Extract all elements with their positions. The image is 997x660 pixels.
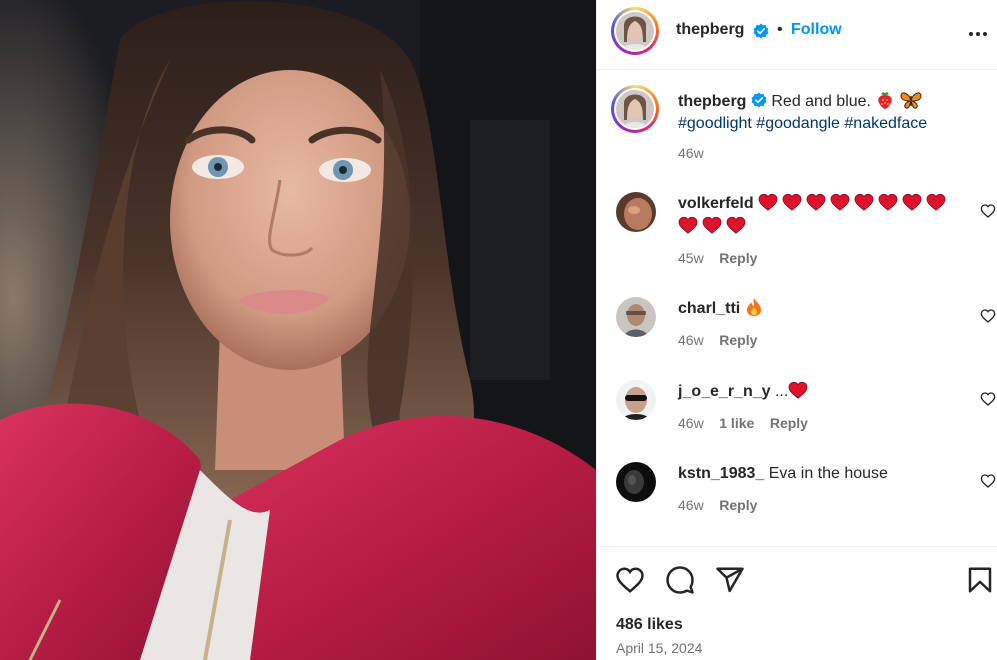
- red-heart-emoji-icon: [678, 216, 698, 234]
- comment-meta: 46w 1 like Reply: [678, 415, 808, 431]
- caption-line-1: thepberg Red and blue.: [678, 90, 922, 113]
- caption-username[interactable]: thepberg: [678, 93, 746, 110]
- red-heart-emoji-icon: [726, 216, 746, 234]
- separator-dot: •: [777, 21, 783, 38]
- comment-username[interactable]: charl_tti: [678, 300, 740, 317]
- red-heart-emoji-icon: [758, 193, 778, 211]
- comment-age[interactable]: 46w: [678, 497, 704, 513]
- reply-button[interactable]: Reply: [719, 497, 757, 513]
- post-date[interactable]: April 15, 2024: [616, 640, 702, 656]
- post-photo[interactable]: [0, 0, 596, 660]
- reply-button[interactable]: Reply: [770, 415, 808, 431]
- comment-username[interactable]: volkerfeld: [678, 195, 754, 212]
- comment-avatar-kstn_1983_[interactable]: [616, 462, 656, 502]
- comment-avatar-image: [616, 192, 656, 232]
- comment-age[interactable]: 46w: [678, 332, 704, 348]
- author-avatar[interactable]: [611, 7, 659, 55]
- comment-avatar-j_o_e_r_n_y[interactable]: [616, 380, 656, 420]
- post-image: [0, 0, 596, 660]
- red-heart-emoji-icon: [806, 193, 826, 211]
- red-heart-emoji-icon: [926, 193, 946, 211]
- like-heart-icon[interactable]: [615, 565, 645, 595]
- comment-avatar-image: [616, 380, 656, 420]
- comment-age[interactable]: 45w: [678, 250, 704, 266]
- share-paper-plane-icon[interactable]: [715, 565, 745, 595]
- hashtag-nakedface[interactable]: #nakedface: [844, 115, 927, 132]
- comment-avatar-charl_tti[interactable]: [616, 297, 656, 337]
- comment-username[interactable]: kstn_1983_: [678, 465, 764, 482]
- like-comment-heart-icon[interactable]: [980, 203, 996, 219]
- red-heart-emoji-icon: [782, 193, 802, 211]
- author-avatar-image: [616, 12, 654, 50]
- caption-hashtags: #goodlight #goodangle #nakedface: [678, 113, 927, 135]
- reply-button[interactable]: Reply: [719, 250, 757, 266]
- comment-age[interactable]: 46w: [678, 415, 704, 431]
- comment-meta: 45w Reply: [678, 250, 757, 266]
- verified-badge-icon: [753, 23, 769, 39]
- more-options-icon[interactable]: [966, 22, 990, 46]
- comment-username[interactable]: j_o_e_r_n_y: [678, 383, 771, 400]
- follow-button[interactable]: Follow: [791, 21, 842, 39]
- hashtag-goodlight[interactable]: #goodlight: [678, 115, 752, 132]
- red-heart-emoji-icon: [854, 193, 874, 211]
- comment-charl_tti: charl_tti: [678, 297, 763, 320]
- comment-volkerfeld: volkerfeld: [678, 192, 968, 238]
- like-comment-heart-icon[interactable]: [980, 391, 996, 407]
- reply-button[interactable]: Reply: [719, 332, 757, 348]
- comment-meta: 46w Reply: [678, 332, 757, 348]
- like-comment-heart-icon[interactable]: [980, 473, 996, 489]
- red-heart-emoji-icon: [702, 216, 722, 234]
- caption-verified-badge-icon: [751, 92, 767, 108]
- red-heart-emoji-icon: [830, 193, 850, 211]
- comment-text: ...: [774, 383, 789, 400]
- post-details-panel: thepberg • Follow thepberg Red and blue.…: [596, 0, 997, 660]
- red-heart-icon: [788, 381, 808, 399]
- red-heart-emoji-icon: [902, 193, 922, 211]
- hashtag-goodangle[interactable]: #goodangle: [756, 115, 840, 132]
- comment-likes[interactable]: 1 like: [719, 415, 754, 431]
- comment-bubble-icon[interactable]: [665, 565, 695, 595]
- like-comment-heart-icon[interactable]: [980, 308, 996, 324]
- comment-avatar-volkerfeld[interactable]: [616, 192, 656, 232]
- comment-meta: 46w Reply: [678, 497, 757, 513]
- caption-age[interactable]: 46w: [678, 145, 704, 161]
- butterfly-icon: [900, 92, 922, 109]
- comment-avatar-image: [616, 462, 656, 502]
- likes-count[interactable]: 486 likes: [616, 616, 683, 634]
- caption-text: Red and blue.: [771, 93, 871, 110]
- comment-kstn_1983_: kstn_1983_ Eva in the house: [678, 462, 888, 485]
- fire-icon: [746, 298, 761, 316]
- comment-j_o_e_r_n_y: j_o_e_r_n_y ...: [678, 380, 808, 403]
- author-username[interactable]: thepberg: [676, 21, 744, 39]
- strawberry-icon: [878, 92, 893, 109]
- comment-avatar-image: [616, 297, 656, 337]
- save-bookmark-icon[interactable]: [965, 565, 995, 595]
- red-heart-emoji-icon: [878, 193, 898, 211]
- comment-text: Eva in the house: [768, 465, 888, 482]
- caption-author-avatar[interactable]: [611, 85, 659, 133]
- caption-avatar-image: [616, 90, 654, 128]
- post-header: thepberg • Follow: [597, 0, 997, 70]
